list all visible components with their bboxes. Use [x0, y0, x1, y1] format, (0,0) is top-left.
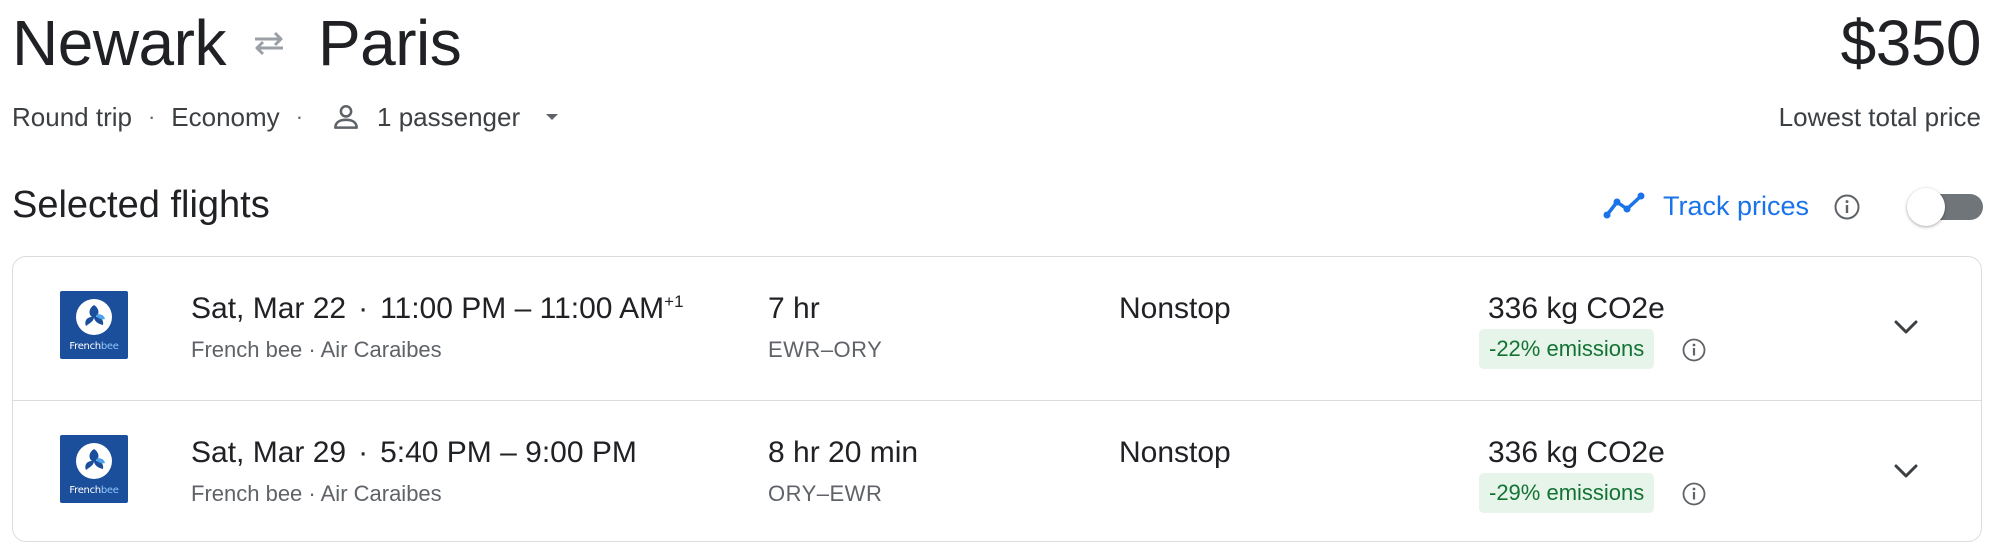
- airport-codes: ORY–EWR: [768, 481, 883, 506]
- track-prices-toggle[interactable]: [1907, 186, 1983, 226]
- stops-label: Nonstop: [1119, 436, 1231, 469]
- selected-flights-heading: Selected flights: [12, 184, 270, 226]
- airport-codes: EWR–ORY: [768, 337, 883, 362]
- track-prices-button[interactable]: Track prices: [1603, 186, 1809, 226]
- flight-summary-page: Newark Paris $350 Lowest total price Rou…: [0, 0, 1999, 548]
- flight-times: Sat, Mar 22 · 11:00 PM – 11:00 AM+1: [191, 289, 684, 329]
- day-offset: +1: [664, 292, 684, 311]
- toggle-knob: [1907, 188, 1945, 226]
- info-icon[interactable]: [1681, 337, 1707, 363]
- separator-dot: ·: [147, 104, 156, 129]
- logo-text: Frenchbee: [69, 341, 119, 352]
- airline-names: French bee · Air Caraibes: [191, 481, 442, 506]
- price-caption: Lowest total price: [1778, 102, 1981, 132]
- trend-line-icon: [1603, 192, 1645, 219]
- trip-type: Round trip: [12, 101, 132, 132]
- passenger-count: 1 passenger: [377, 101, 521, 132]
- logo-mark: [76, 299, 112, 335]
- total-price: $350: [1840, 7, 1982, 79]
- flight-duration: 7 hr: [768, 292, 820, 325]
- caret-down-icon: [546, 114, 559, 120]
- flight-row-outbound[interactable]: Frenchbee Sat, Mar 22 · 11:00 PM – 11:00 A…: [13, 257, 1981, 400]
- selected-flights-card: Frenchbee Sat, Mar 22 · 11:00 PM – 11:00 A…: [12, 256, 1982, 542]
- trip-options: Round trip · Economy · 1 passenger: [12, 100, 562, 134]
- cabin-class: Economy: [171, 101, 280, 132]
- emissions-badge: -22% emissions: [1479, 329, 1655, 369]
- passenger-selector[interactable]: 1 passenger: [319, 100, 562, 134]
- route-header: Newark Paris: [12, 7, 462, 79]
- flight-row-return[interactable]: Frenchbee Sat, Mar 29 · 5:40 PM – 9:00 PM …: [13, 400, 1981, 541]
- logo-mark: [76, 443, 112, 479]
- person-icon: [334, 104, 358, 129]
- airline-logo: Frenchbee: [60, 435, 128, 503]
- info-icon[interactable]: [1681, 481, 1707, 507]
- separator-dot: ·: [358, 292, 369, 325]
- track-prices-label: Track prices: [1662, 191, 1809, 221]
- airline-logo: Frenchbee: [60, 291, 128, 359]
- flight-times: Sat, Mar 29 · 5:40 PM – 9:00 PM: [191, 433, 637, 473]
- chevron-down-icon[interactable]: [1888, 453, 1924, 489]
- chevron-down-icon[interactable]: [1888, 309, 1924, 345]
- separator-dot: ·: [295, 104, 304, 129]
- time-range: 11:00 PM – 11:00 AM: [380, 292, 665, 325]
- flight-date: Sat, Mar 22: [191, 292, 347, 325]
- destination-city: Paris: [317, 7, 462, 79]
- logo-text: Frenchbee: [69, 485, 119, 496]
- co2-amount: 336 kg CO2e: [1488, 436, 1665, 469]
- flight-duration: 8 hr 20 min: [768, 436, 919, 469]
- swap-arrows-icon: [248, 8, 290, 78]
- stops-label: Nonstop: [1119, 292, 1231, 325]
- time-range: 5:40 PM – 9:00 PM: [380, 436, 637, 469]
- origin-city: Newark: [12, 7, 226, 79]
- co2-amount: 336 kg CO2e: [1488, 292, 1665, 325]
- separator-dot: ·: [358, 436, 369, 469]
- flight-date: Sat, Mar 29: [191, 436, 347, 469]
- info-icon[interactable]: [1833, 193, 1861, 221]
- airline-names: French bee · Air Caraibes: [191, 337, 442, 362]
- emissions-badge: -29% emissions: [1479, 473, 1655, 513]
